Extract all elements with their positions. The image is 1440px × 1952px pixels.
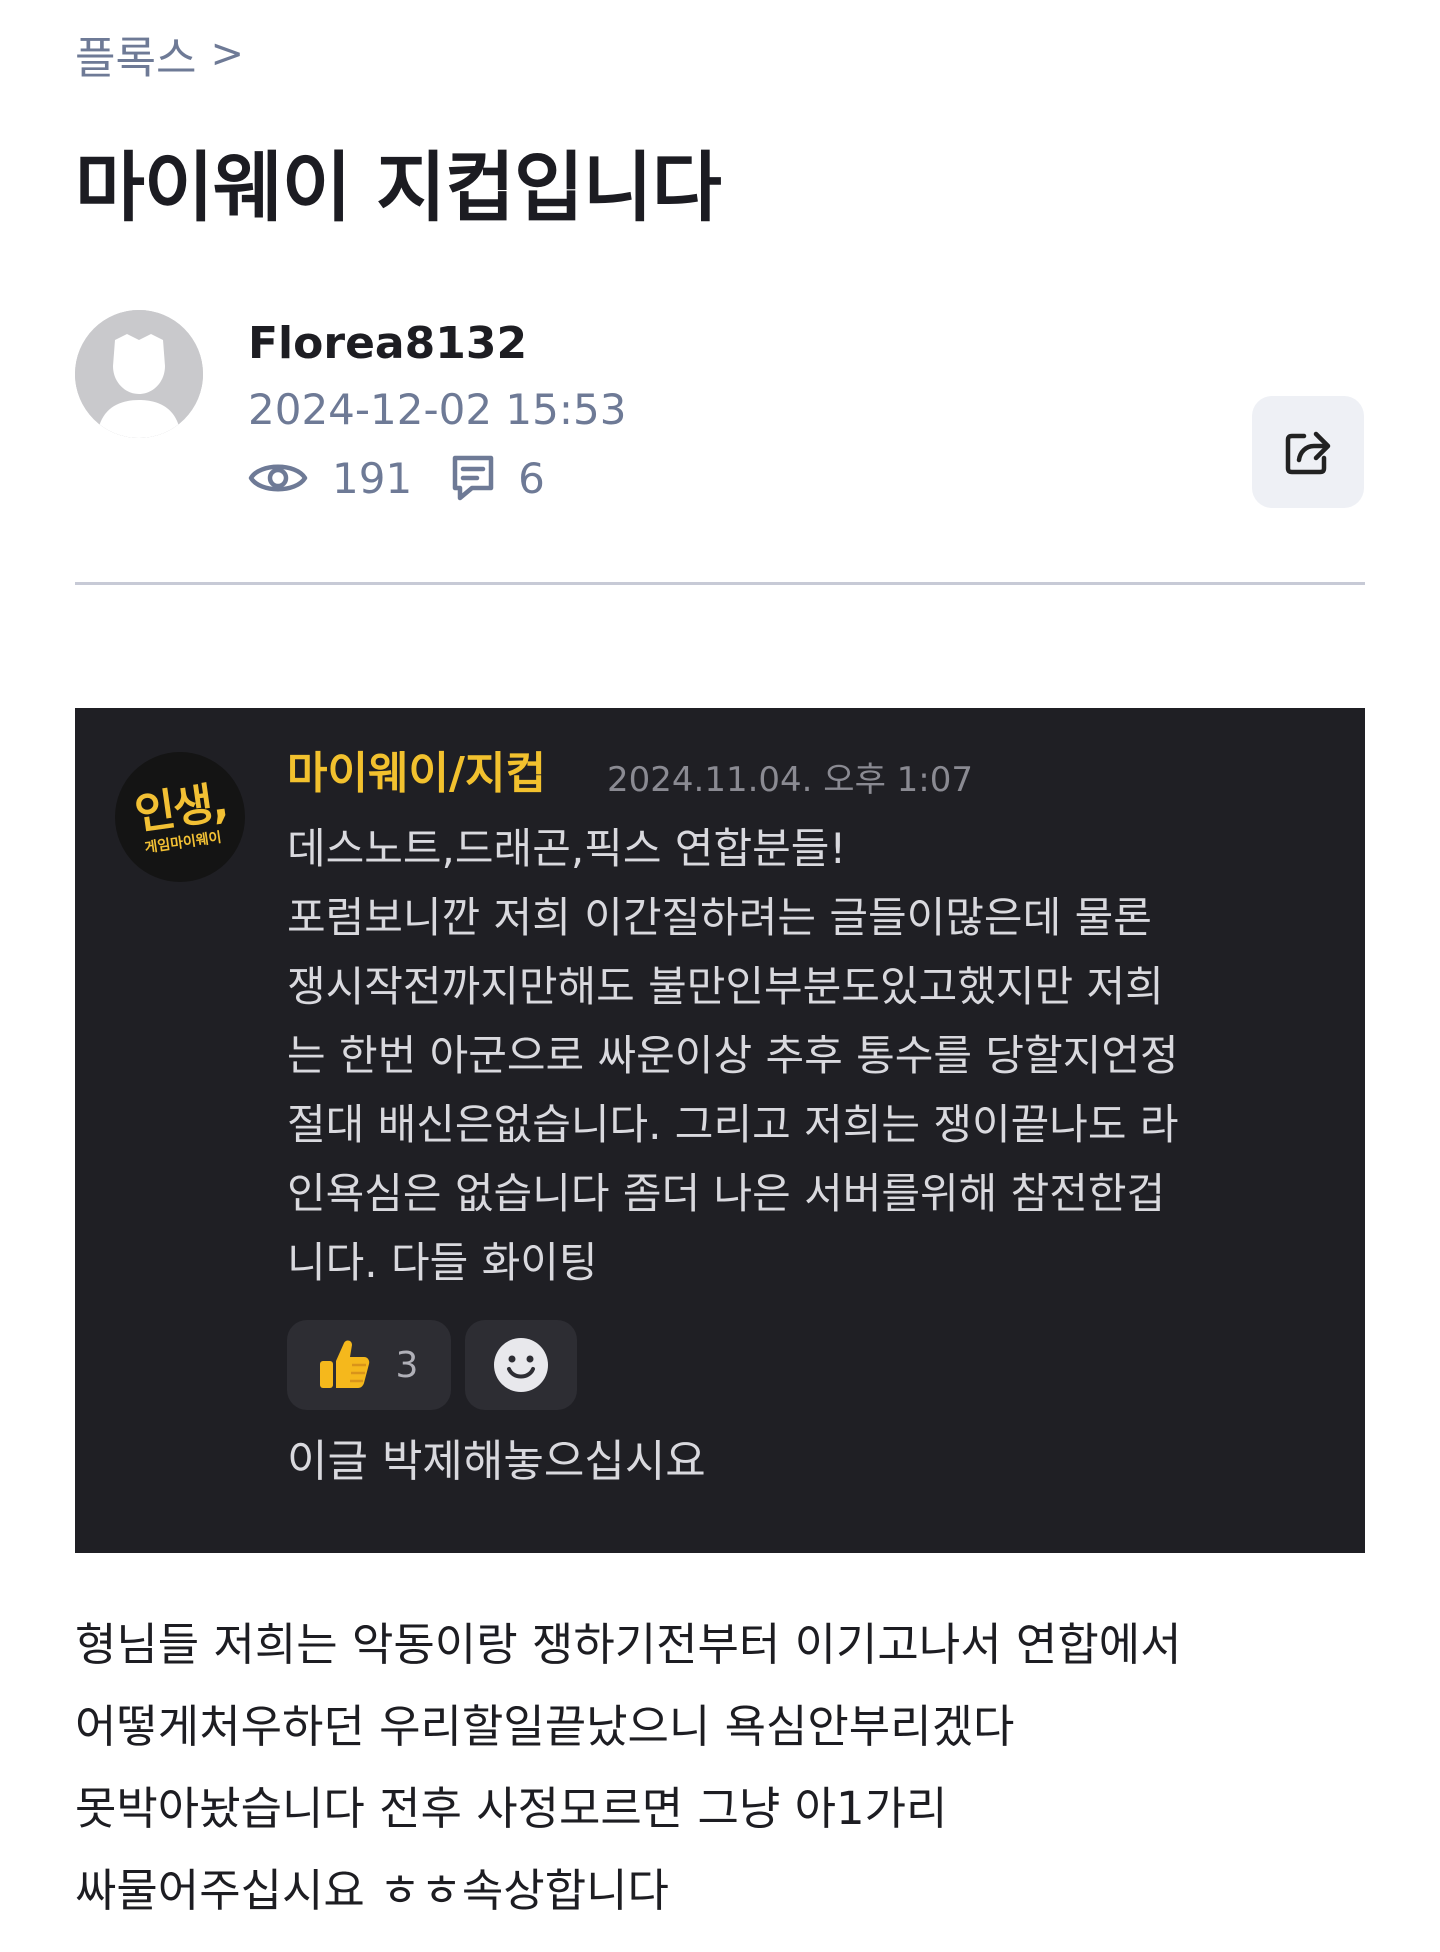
page-title: 마이웨이 지컵입니다 xyxy=(75,143,722,232)
share-icon xyxy=(1285,431,1331,475)
body-line: 못박아놨습니다 전후 사정모르면 그냥 아1가리 xyxy=(75,1782,948,1835)
author-avatar[interactable] xyxy=(75,310,203,438)
embed-timestamp: 2024.11.04. 오후 1:07 xyxy=(607,760,974,800)
share-button[interactable] xyxy=(1252,396,1364,508)
smiley-face-icon xyxy=(494,1338,548,1392)
breadcrumb[interactable]: 플록스 > xyxy=(75,26,244,84)
embed-reply: 이글 박제해놓으십시요 xyxy=(287,1436,706,1487)
post-date: 2024-12-02 15:53 xyxy=(248,385,627,434)
comment-icon xyxy=(450,453,496,503)
eye-icon xyxy=(248,455,308,501)
body-line: 싸물어주십시요 ㅎㅎ속상합니다 xyxy=(75,1864,669,1917)
breadcrumb-separator: > xyxy=(210,31,244,77)
default-user-avatar-icon xyxy=(75,310,203,438)
message-line: 쟁시작전까지만해도 불만인부분도있고했지만 저희 xyxy=(287,962,1164,1011)
message-line: 니다. 다들 화이팅 xyxy=(287,1238,598,1287)
comments-count: 6 xyxy=(518,453,545,503)
embedded-screenshot: 인생, 게임마이웨이 마이웨이/지컵 2024.11.04. 오후 1:07 데… xyxy=(75,708,1365,1553)
message-line: 절대 배신은없습니다. 그리고 저희는 쟁이끝나도 라 xyxy=(287,1100,1179,1149)
post-stats: 191 6 xyxy=(248,450,545,506)
body-line: 형님들 저희는 악동이랑 쟁하기전부터 이기고나서 연합에서 xyxy=(75,1618,1182,1671)
body-line: 어떻게처우하던 우리할일끝났으니 욕심안부리겠다 xyxy=(75,1700,1015,1753)
like-count: 3 xyxy=(395,1344,419,1386)
embed-message: 데스노트,드래곤,픽스 연합분들! 포럼보니깐 저희 이간질하려는 글들이많은데… xyxy=(287,814,1337,1297)
embed-username: 마이웨이/지컵 xyxy=(287,748,546,799)
reaction-bar: 3 xyxy=(287,1320,577,1410)
author-name[interactable]: Florea8132 xyxy=(248,316,527,372)
like-reaction: 3 xyxy=(287,1320,451,1410)
embed-avatar: 인생, 게임마이웨이 xyxy=(115,752,245,882)
post-body: 형님들 저희는 악동이랑 쟁하기전부터 이기고나서 연합에서 어떻게처우하던 우… xyxy=(75,1604,1365,1932)
thumbs-up-icon xyxy=(319,1340,369,1388)
message-line: 포럼보니깐 저희 이간질하려는 글들이많은데 물론 xyxy=(287,893,1152,942)
message-line: 데스노트,드래곤,픽스 연합분들! xyxy=(287,824,847,873)
add-reaction xyxy=(465,1320,577,1410)
message-line: 인욕심은 없습니다 좀더 나은 서버를위해 참전한겁 xyxy=(287,1169,1166,1218)
header-divider xyxy=(75,582,1365,585)
views-count: 191 xyxy=(332,453,413,503)
message-line: 는 한번 아군으로 싸운이상 추후 통수를 당할지언정 xyxy=(287,1031,1179,1080)
breadcrumb-category[interactable]: 플록스 xyxy=(75,22,196,86)
